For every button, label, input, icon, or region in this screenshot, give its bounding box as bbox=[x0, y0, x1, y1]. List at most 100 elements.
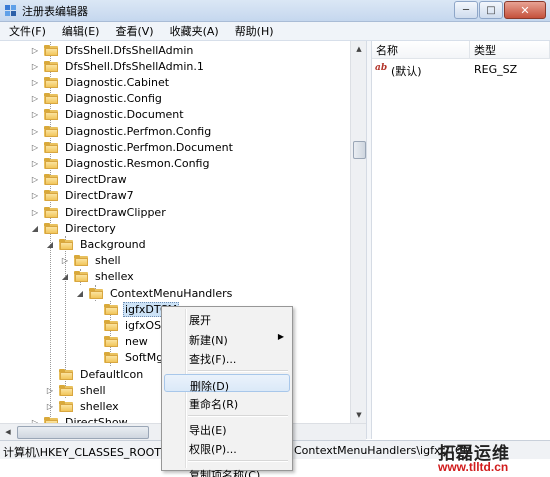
string-value-icon: ab bbox=[375, 63, 388, 73]
tree-node-label: Directory bbox=[65, 221, 116, 235]
tree-node[interactable]: ◢ Directory bbox=[30, 220, 118, 236]
column-header-type[interactable]: 类型 bbox=[470, 41, 550, 59]
expand-arrow-icon[interactable]: ▷ bbox=[45, 401, 55, 411]
tree-node[interactable]: ◢ ContextMenuHandlers bbox=[75, 285, 234, 301]
tree-node-label: DefaultIcon bbox=[80, 367, 144, 381]
menu-help[interactable]: 帮助(H) bbox=[226, 23, 281, 39]
tree-node-label: Diagnostic.Cabinet bbox=[65, 75, 170, 89]
regedit-app-icon bbox=[5, 5, 16, 16]
tree-node-label: Diagnostic.Config bbox=[65, 92, 162, 106]
tree-node[interactable]: ◢ shellex bbox=[60, 269, 136, 285]
tree-node[interactable]: ▷ Diagnostic.Config bbox=[30, 91, 164, 107]
folder-icon bbox=[104, 336, 118, 348]
value-type: REG_SZ bbox=[474, 63, 518, 76]
context-menu-item[interactable]: 查找(F)... bbox=[164, 348, 290, 366]
expand-arrow-icon[interactable]: ▷ bbox=[30, 61, 40, 71]
no-expander bbox=[90, 337, 100, 347]
scroll-down-icon[interactable]: ▼ bbox=[351, 407, 367, 423]
value-name: (默认) bbox=[391, 65, 422, 78]
close-icon: ✕ bbox=[520, 3, 530, 17]
context-menu-item[interactable]: 导出(E) bbox=[164, 419, 290, 437]
tree-node[interactable]: ▷ Diagnostic.Perfmon.Config bbox=[30, 123, 213, 139]
expand-arrow-icon[interactable]: ▷ bbox=[30, 126, 40, 136]
context-menu-separator bbox=[188, 369, 288, 372]
folder-icon bbox=[44, 125, 58, 137]
context-menu-item-label: 复制项名称(C) bbox=[189, 468, 261, 477]
expand-arrow-icon[interactable]: ▷ bbox=[30, 94, 40, 104]
expand-arrow-icon[interactable]: ▷ bbox=[30, 77, 40, 87]
folder-icon bbox=[104, 303, 118, 315]
tree-node[interactable]: ▷ shellex bbox=[45, 398, 121, 414]
tree-node[interactable]: ▷ shell bbox=[60, 253, 123, 269]
folder-icon bbox=[44, 93, 58, 105]
tree-vertical-scrollbar[interactable]: ▲ ▼ bbox=[350, 41, 367, 423]
scroll-thumb[interactable] bbox=[353, 141, 366, 159]
expand-arrow-icon[interactable]: ▷ bbox=[30, 158, 40, 168]
collapse-arrow-icon[interactable]: ◢ bbox=[60, 272, 70, 282]
tree-node-label: DirectDraw bbox=[65, 173, 127, 187]
tree-node-label: Background bbox=[80, 237, 146, 251]
menu-view[interactable]: 查看(V) bbox=[106, 23, 160, 39]
maximize-icon: □ bbox=[486, 4, 496, 16]
value-row[interactable]: ab (默认) REG_SZ bbox=[372, 62, 550, 78]
expand-arrow-icon[interactable]: ▷ bbox=[30, 191, 40, 201]
hscroll-thumb[interactable] bbox=[17, 426, 149, 439]
minimize-button[interactable]: ─ bbox=[454, 1, 478, 19]
menu-bar: 文件(F) 编辑(E) 查看(V) 收藏夹(A) 帮助(H) bbox=[0, 22, 550, 41]
tree-node[interactable]: ▷ DirectDraw bbox=[30, 172, 129, 188]
column-header-name[interactable]: 名称 bbox=[372, 41, 470, 59]
tree-node[interactable]: DefaultIcon bbox=[45, 366, 145, 382]
tree-node[interactable]: ◢ Background bbox=[45, 236, 148, 252]
context-menu-item[interactable]: 复制项名称(C) bbox=[164, 464, 290, 477]
menu-file[interactable]: 文件(F) bbox=[0, 23, 53, 39]
tree-node[interactable]: ▷ Diagnostic.Document bbox=[30, 107, 186, 123]
collapse-arrow-icon[interactable]: ◢ bbox=[30, 223, 40, 233]
folder-icon bbox=[59, 368, 73, 380]
expand-arrow-icon[interactable]: ▷ bbox=[30, 142, 40, 152]
close-button[interactable]: ✕ bbox=[504, 1, 546, 19]
column-header-name-label: 名称 bbox=[376, 43, 398, 57]
tree-node[interactable]: igfxOSP bbox=[90, 317, 170, 333]
context-menu-item[interactable]: 权限(P)... bbox=[164, 438, 290, 456]
context-menu-item[interactable]: 新建(N) ▶ bbox=[164, 329, 290, 347]
tree-node[interactable]: ▷ DirectDraw7 bbox=[30, 188, 136, 204]
expand-arrow-icon[interactable]: ▷ bbox=[30, 207, 40, 217]
tree-node[interactable]: ▷ DfsShell.DfsShellAdmin bbox=[30, 42, 195, 58]
expand-arrow-icon[interactable]: ▷ bbox=[30, 45, 40, 55]
tree-node[interactable]: SoftMgr bbox=[90, 350, 170, 366]
expand-arrow-icon[interactable]: ▷ bbox=[30, 110, 40, 120]
menu-favorites[interactable]: 收藏夹(A) bbox=[161, 23, 226, 39]
maximize-button[interactable]: □ bbox=[479, 1, 503, 19]
folder-icon bbox=[59, 238, 73, 250]
scroll-left-icon[interactable]: ◀ bbox=[0, 424, 16, 440]
tree-node[interactable]: ▷ DfsShell.DfsShellAdmin.1 bbox=[30, 58, 206, 74]
tree-node-label: Diagnostic.Perfmon.Document bbox=[65, 140, 233, 154]
scroll-up-icon[interactable]: ▲ bbox=[351, 41, 367, 57]
watermark-url: www.tlltd.cn bbox=[438, 460, 509, 474]
tree-node[interactable]: ▷ Diagnostic.Resmon.Config bbox=[30, 155, 211, 171]
context-menu-item-label: 展开 bbox=[189, 314, 211, 327]
tree-node[interactable]: ▷ DirectDrawClipper bbox=[30, 204, 168, 220]
context-menu-item[interactable]: 重命名(R) bbox=[164, 393, 290, 411]
context-menu-item-label: 查找(F)... bbox=[189, 353, 237, 366]
tree-node-label: DirectDrawClipper bbox=[65, 205, 166, 219]
folder-icon bbox=[104, 352, 118, 364]
tree-node[interactable]: new bbox=[90, 334, 150, 350]
tree-node-label: DfsShell.DfsShellAdmin bbox=[65, 43, 194, 57]
submenu-arrow-icon: ▶ bbox=[277, 331, 284, 341]
context-menu-item-label: 删除(D) bbox=[190, 379, 230, 393]
tree-node[interactable]: ▷ Diagnostic.Cabinet bbox=[30, 74, 171, 90]
menu-edit[interactable]: 编辑(E) bbox=[53, 23, 107, 39]
expand-arrow-icon[interactable]: ▷ bbox=[60, 256, 70, 266]
expand-arrow-icon[interactable]: ▷ bbox=[30, 175, 40, 185]
tree-node[interactable]: ▷ shell bbox=[45, 382, 108, 398]
tree-node-label: new bbox=[125, 335, 148, 349]
collapse-arrow-icon[interactable]: ◢ bbox=[75, 288, 85, 298]
expand-arrow-icon[interactable]: ▷ bbox=[45, 385, 55, 395]
context-menu-item[interactable]: 展开 bbox=[164, 309, 290, 327]
collapse-arrow-icon[interactable]: ◢ bbox=[45, 239, 55, 249]
no-expander bbox=[90, 353, 100, 363]
folder-icon bbox=[74, 255, 88, 267]
tree-node[interactable]: ▷ Diagnostic.Perfmon.Document bbox=[30, 139, 235, 155]
context-menu-item[interactable]: 删除(D) bbox=[164, 373, 290, 393]
